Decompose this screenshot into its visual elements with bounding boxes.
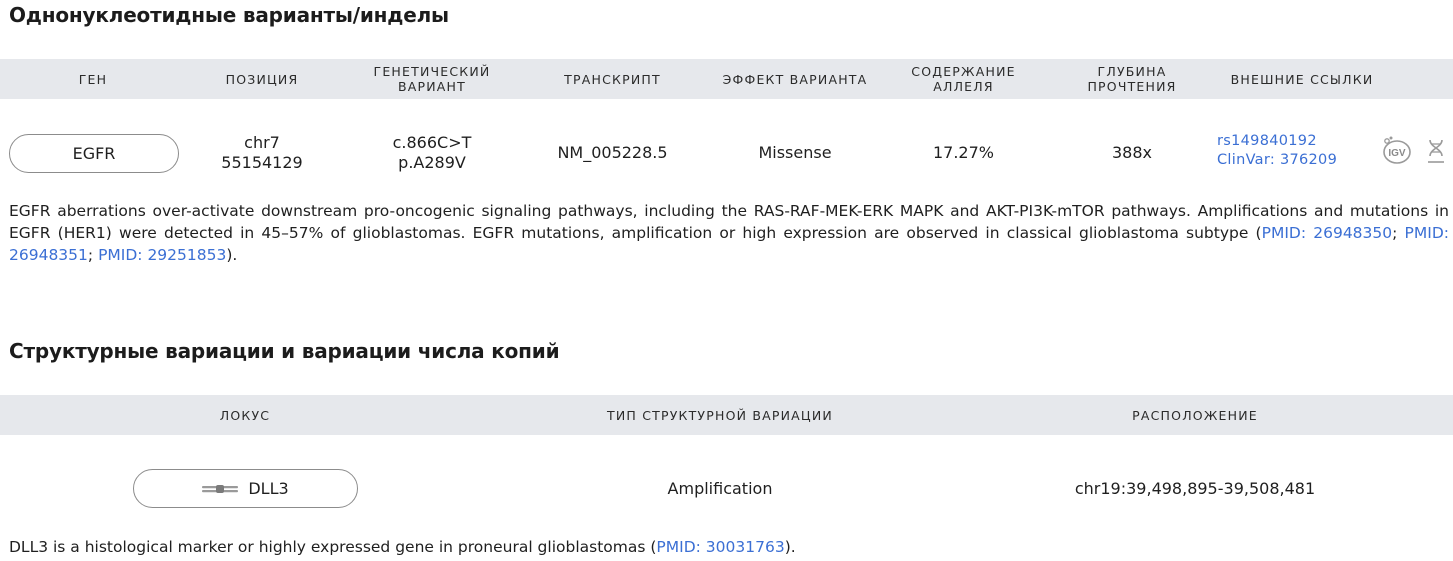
separator: ; <box>1392 224 1405 242</box>
header-location: РАСПОЛОЖЕНИЕ <box>1132 407 1258 423</box>
cnv-section-title: Структурные вариации и вариации числа ко… <box>9 339 560 363</box>
cell-location: chr19:39,498,895-39,508,481 <box>1074 479 1316 498</box>
cnv-table-header: ЛОКУС ТИП СТРУКТУРНОЙ ВАРИАЦИИ РАСПОЛОЖЕ… <box>0 395 1453 435</box>
snv-section-title: Однонуклеотидные варианты/инделы <box>9 3 449 27</box>
cell-depth: 388x <box>1111 143 1152 162</box>
gene-label: EGFR <box>72 144 116 163</box>
header-sv-type: ТИП СТРУКТУРНОЙ ВАРИАЦИИ <box>607 407 833 423</box>
header-locus: ЛОКУС <box>219 407 271 423</box>
cell-position: chr7 55154129 <box>221 133 303 172</box>
header-position: ПОЗИЦИЯ <box>225 71 299 87</box>
header-allele: СОДЕРЖАНИЕ АЛЛЕЛЯ <box>911 64 1016 94</box>
pmid-link[interactable]: PMID: 30031763 <box>656 538 784 556</box>
separator: ; <box>87 246 99 264</box>
header-effect: ЭФФЕКТ ВАРИАНТА <box>722 71 868 87</box>
description-end: ). <box>226 246 238 264</box>
header-gene: ГЕН <box>78 71 108 87</box>
link-clinvar[interactable]: ClinVar: 376209 <box>1217 152 1337 168</box>
snv-description-text: EGFR aberrations over-activate downstrea… <box>9 202 1449 242</box>
cell-allele: 17.27% <box>932 143 994 162</box>
cnv-description: DLL3 is a histological marker or highly … <box>9 536 1449 558</box>
locus-label: DLL3 <box>248 479 289 498</box>
locus-pill-dll3[interactable]: DLL3 <box>133 469 358 508</box>
header-transcript: ТРАНСКРИПТ <box>564 71 661 87</box>
pmid-link-3[interactable]: PMID: 29251853 <box>98 246 226 264</box>
cnv-table-row: DLL3 Amplification chr19:39,498,895-39,5… <box>0 463 1453 515</box>
external-links: rs149840192 ClinVar: 376209 <box>1217 133 1337 168</box>
dna-icon[interactable] <box>1425 138 1447 166</box>
snv-table-header: ГЕН ПОЗИЦИЯ ГЕНЕТИЧЕСКИЙ ВАРИАНТ ТРАНСКР… <box>0 59 1453 99</box>
cnv-description-text: DLL3 is a histological marker or highly … <box>9 538 657 556</box>
header-variant: ГЕНЕТИЧЕСКИЙ ВАРИАНТ <box>373 64 491 94</box>
link-rs[interactable]: rs149840192 <box>1217 133 1337 149</box>
cell-variant: c.866C>T p.A289V <box>392 133 472 172</box>
pmid-link-1[interactable]: PMID: 26948350 <box>1262 224 1393 242</box>
gene-pill-egfr[interactable]: EGFR <box>9 134 179 173</box>
description-end: ). <box>784 538 796 556</box>
header-depth: ГЛУБИНА ПРОЧТЕНИЯ <box>1087 64 1177 94</box>
svg-text:IGV: IGV <box>1388 148 1406 159</box>
cell-transcript: NM_005228.5 <box>557 143 668 162</box>
cell-effect: Missense <box>758 143 832 162</box>
header-links: ВНЕШНИЕ ССЫЛКИ <box>1230 71 1374 87</box>
igv-icon[interactable]: IGV <box>1380 135 1412 165</box>
snv-table-row: EGFR chr7 55154129 c.866C>T p.A289V NM_0… <box>0 122 1453 184</box>
report-page: Однонуклеотидные варианты/инделы ГЕН ПОЗ… <box>0 0 1453 561</box>
cell-sv-type: Amplification <box>667 479 773 498</box>
chromosome-icon <box>202 484 239 493</box>
snv-description: EGFR aberrations over-activate downstrea… <box>9 200 1449 266</box>
